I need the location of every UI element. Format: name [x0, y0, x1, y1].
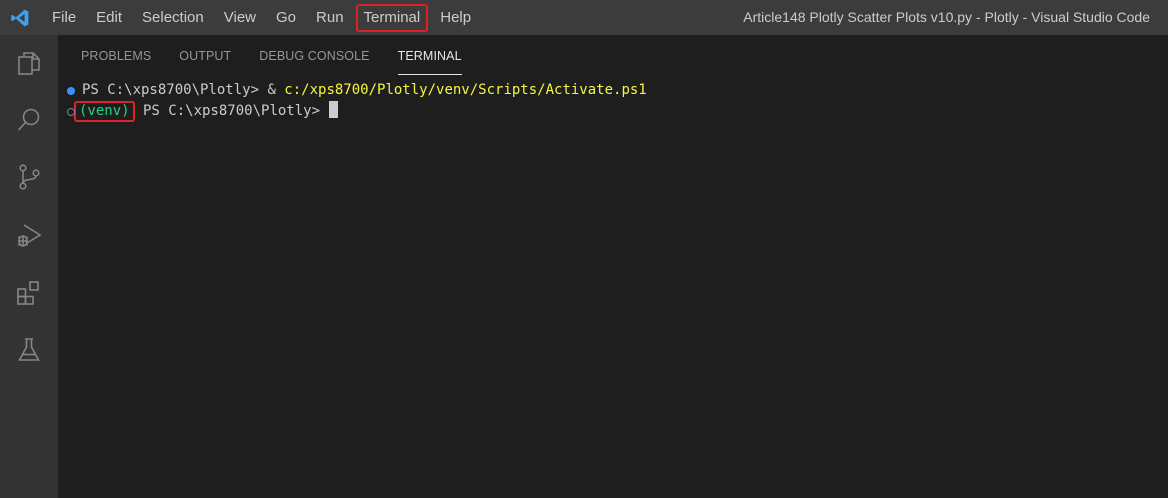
panel-tabs: PROBLEMS OUTPUT DEBUG CONSOLE TERMINAL	[58, 35, 476, 75]
tab-terminal[interactable]: TERMINAL	[384, 35, 476, 75]
menu-selection[interactable]: Selection	[134, 4, 212, 32]
venv-indicator: (venv)	[74, 101, 135, 122]
menu-go[interactable]: Go	[268, 4, 304, 32]
command-pending-decoration[interactable]	[67, 108, 75, 116]
vscode-logo-icon	[0, 0, 40, 35]
menu-help[interactable]: Help	[432, 4, 479, 32]
tab-output[interactable]: OUTPUT	[165, 35, 245, 75]
menu-bar: File Edit Selection View Go Run Terminal…	[42, 0, 481, 35]
menu-run[interactable]: Run	[308, 4, 352, 32]
terminal-prompt-2: PS C:\xps8700\Plotly>	[134, 103, 329, 119]
terminal-prompt: PS C:\xps8700\Plotly>	[82, 82, 268, 98]
tab-debug-console[interactable]: DEBUG CONSOLE	[245, 35, 383, 75]
terminal-line-2: (venv) PS C:\xps8700\Plotly>	[58, 101, 1168, 122]
terminal-line-1: PS C:\xps8700\Plotly> & c:/xps8700/Plotl…	[58, 80, 1168, 101]
bottom-panel: PROBLEMS OUTPUT DEBUG CONSOLE TERMINAL P…	[58, 35, 1168, 498]
menu-file[interactable]: File	[44, 4, 84, 32]
activity-bar	[0, 35, 58, 498]
terminal-command: c:/xps8700/Plotly/venv/Scripts/Activate.…	[284, 82, 647, 98]
terminal-view[interactable]: PS C:\xps8700\Plotly> & c:/xps8700/Plotl…	[58, 80, 1168, 122]
terminal-cursor	[329, 101, 339, 118]
search-icon[interactable]	[0, 96, 58, 144]
tab-problems[interactable]: PROBLEMS	[58, 35, 165, 75]
window-title: Article148 Plotly Scatter Plots v10.py -…	[743, 9, 1150, 25]
files-icon[interactable]	[0, 39, 58, 87]
menu-view[interactable]: View	[216, 4, 264, 32]
title-bar: File Edit Selection View Go Run Terminal…	[0, 0, 1168, 35]
menu-terminal[interactable]: Terminal	[355, 3, 429, 32]
run-debug-icon[interactable]	[0, 211, 58, 259]
source-control-icon[interactable]	[0, 153, 58, 201]
terminal-operator: &	[267, 82, 285, 98]
extensions-icon[interactable]	[0, 269, 58, 317]
command-success-decoration[interactable]	[67, 87, 75, 95]
menu-edit[interactable]: Edit	[88, 4, 130, 32]
testing-icon[interactable]	[0, 326, 58, 374]
